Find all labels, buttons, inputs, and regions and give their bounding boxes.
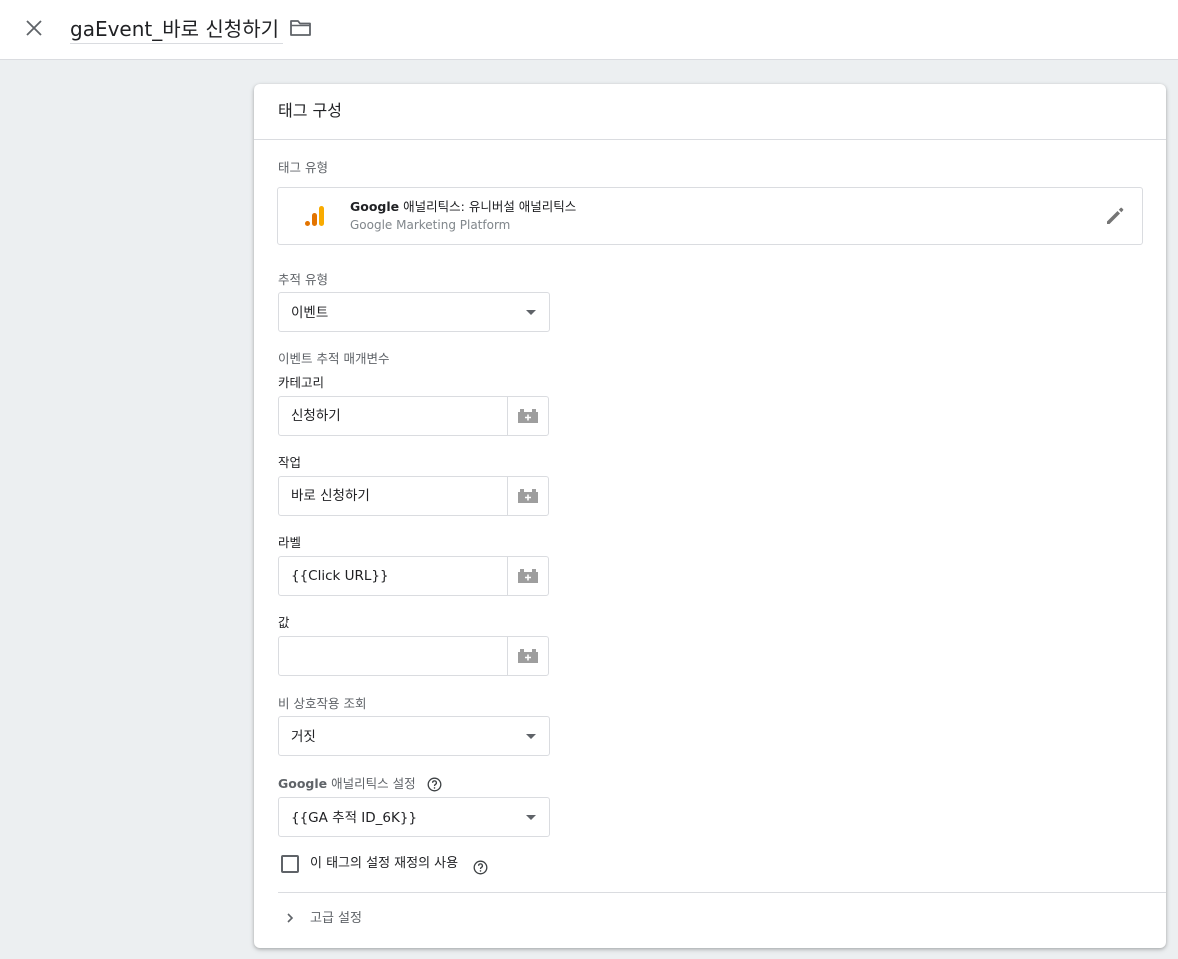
non-interaction-value: 거짓 [291,729,316,745]
override-settings-label: 이 태그의 설정 재정의 사용 [310,856,459,871]
event-params-label: 이벤트 추적 매개변수 [278,351,390,366]
card-header: 태그 구성 [254,84,1166,140]
category-input[interactable] [279,397,508,435]
non-interaction-label: 비 상호작용 조회 [278,696,367,711]
help-icon[interactable] [473,860,488,875]
event-value-field [278,636,549,676]
dropdown-arrow-icon [526,815,536,820]
event-value-input[interactable] [279,637,508,675]
override-settings-checkbox[interactable] [281,855,299,873]
tag-type-label: 태그 유형 [278,160,328,175]
lego-brick-icon [518,489,538,503]
help-icon[interactable] [427,777,442,792]
dropdown-arrow-icon [526,734,536,739]
pencil-icon[interactable] [1104,205,1126,227]
track-type-select[interactable]: 이벤트 [278,292,550,332]
lego-brick-icon [518,409,538,423]
track-type-value: 이벤트 [291,305,329,321]
variable-picker-button[interactable] [507,557,548,595]
action-label: 작업 [278,455,302,470]
tag-type-selector[interactable]: Google 애널리틱스: 유니버설 애널리틱스 Google Marketin… [277,187,1143,245]
non-interaction-select[interactable]: 거짓 [278,716,550,756]
action-field [278,476,549,516]
variable-picker-button[interactable] [507,477,548,515]
tag-type-subtitle: Google Marketing Platform [350,218,511,232]
folder-icon[interactable] [288,16,314,40]
lego-brick-icon [518,569,538,583]
action-input[interactable] [279,477,508,515]
advanced-settings-toggle[interactable]: 고급 설정 [278,906,478,932]
variable-picker-button[interactable] [507,397,548,435]
ga-settings-label: Google 애널리틱스 설정 [278,776,416,791]
ga-settings-value: {{GA 추적 ID_6K}} [291,810,418,826]
category-field [278,396,549,436]
lego-brick-icon [518,649,538,663]
event-label-input[interactable] [279,557,508,595]
top-bar: gaEvent_바로 신청하기 [0,0,1178,60]
ga-settings-select[interactable]: {{GA 추적 ID_6K}} [278,797,550,837]
card-title: 태그 구성 [278,101,342,120]
category-label: 카테고리 [278,375,325,390]
advanced-settings-label: 고급 설정 [310,911,362,926]
variable-picker-button[interactable] [507,637,548,675]
tag-configuration-card: 태그 구성 태그 유형 Google 애널리틱스: 유니버설 애널리틱스 Goo… [254,84,1166,948]
analytics-icon [304,204,326,228]
chevron-right-icon [282,910,298,926]
dropdown-arrow-icon [526,310,536,315]
divider [278,892,1166,893]
close-icon[interactable] [22,16,46,40]
tag-type-name: Google 애널리틱스: 유니버설 애널리틱스 [350,199,577,214]
event-label-label: 라벨 [278,535,302,550]
event-label-field [278,556,549,596]
event-value-label: 값 [278,615,290,630]
tag-name-field[interactable]: gaEvent_바로 신청하기 [70,14,284,44]
track-type-label: 추적 유형 [278,272,328,287]
